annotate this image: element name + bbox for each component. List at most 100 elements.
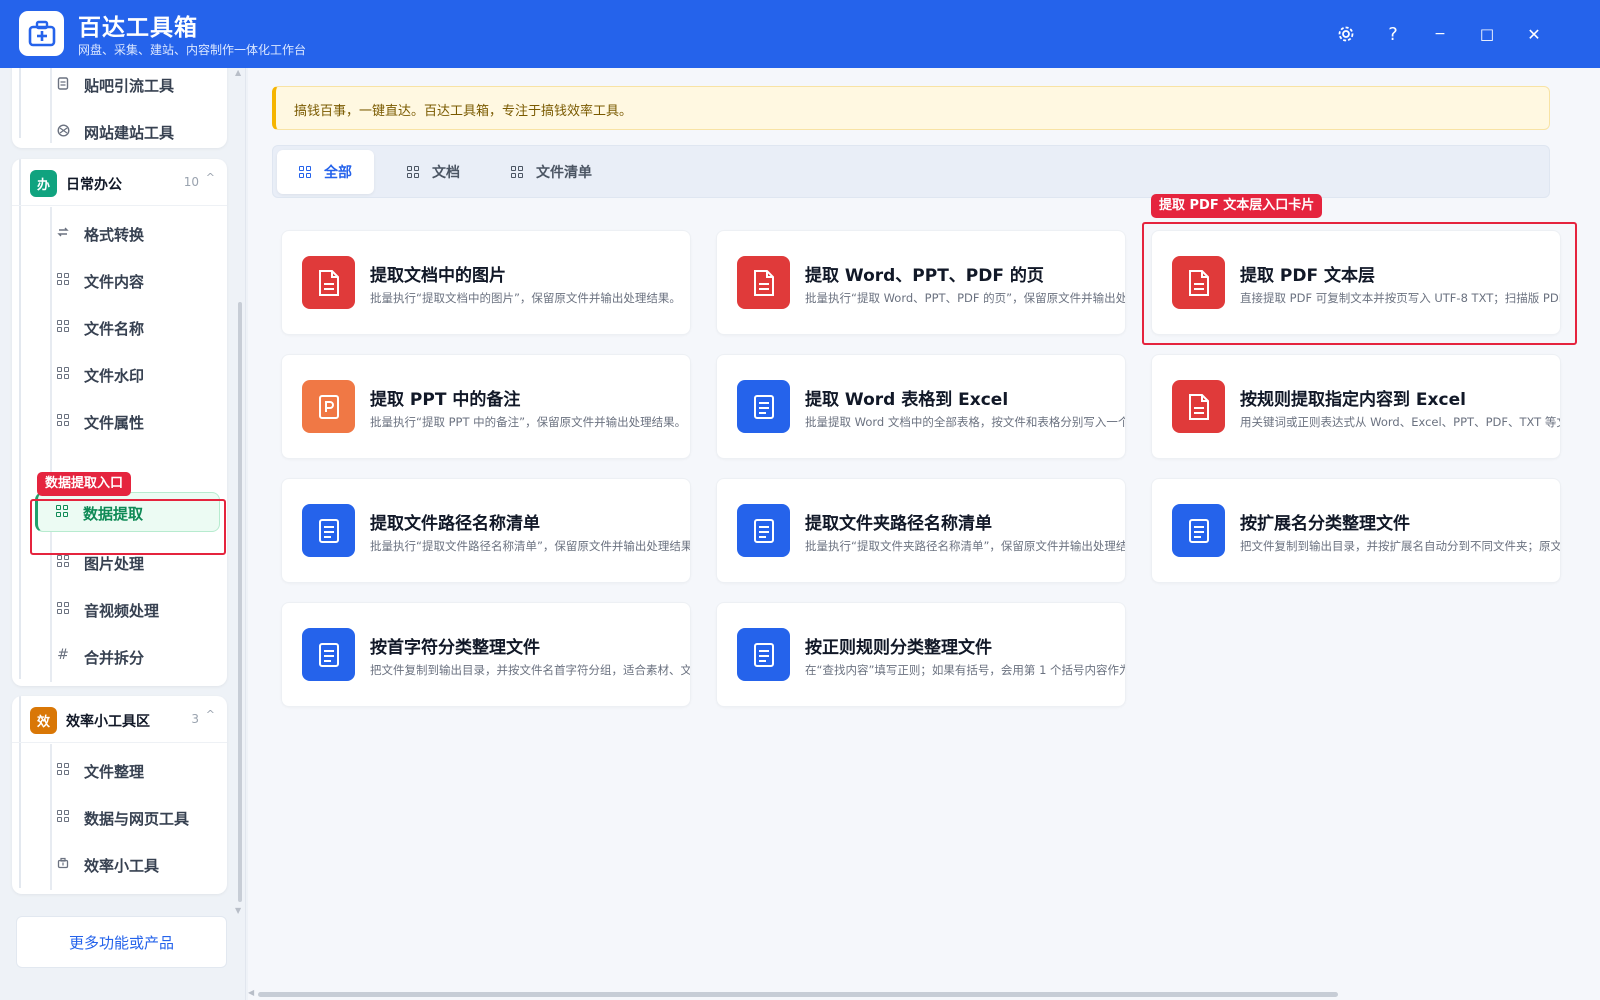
card-description: 在“查找内容”填写正则；如果有括号，会用第 1 个括号内容作为分类文件夹名。 — [805, 663, 1126, 677]
card-description: 批量执行“提取 Word、PPT、PDF 的页”，保留原文件并输出处理结果。 — [805, 291, 1126, 305]
maximize-icon: □ — [1479, 25, 1495, 43]
card-description: 把文件复制到输出目录，并按文件名首字符分组，适合素材、文档归档。 — [370, 663, 691, 677]
tool-card[interactable]: 按正则规则分类整理文件 在“查找内容”填写正则；如果有括号，会用第 1 个括号内容… — [716, 602, 1126, 707]
sidebar-item-file-organize[interactable]: 文件整理 — [37, 750, 222, 790]
tool-card[interactable]: 提取文件路径名称清单 批量执行“提取文件路径名称清单”，保留原文件并输出处理结果。 — [281, 478, 691, 583]
sidebar-item-tieba[interactable]: 贴吧引流工具 — [37, 68, 222, 104]
tool-card[interactable]: 提取 PPT 中的备注 批量执行“提取 PPT 中的备注”，保留原文件并输出处理结… — [281, 354, 691, 459]
card-description: 批量执行“提取 PPT 中的备注”，保留原文件并输出处理结果。 — [370, 415, 687, 429]
title-bar: 百达工具箱 网盘、采集、建站、内容制作一体化工作台 ? − □ ✕ — [0, 0, 1600, 68]
card-description: 批量执行“提取文件夹路径名称清单”，保留原文件并输出处理结果。 — [805, 539, 1126, 553]
group-header-office[interactable]: 办 日常办公 10 ^ — [12, 159, 227, 206]
grid-icon — [55, 600, 71, 616]
maximize-button[interactable]: □ — [1471, 18, 1503, 50]
sidebar-item-label: 网站建站工具 — [84, 124, 175, 142]
tool-card[interactable]: 按规则提取指定内容到 Excel 用关键词或正则表达式从 Word、Excel、P… — [1151, 354, 1561, 459]
sidebar-item-website[interactable]: 网站建站工具 — [37, 111, 222, 148]
card-title: 按规则提取指定内容到 Excel — [1240, 390, 1466, 410]
globe-icon — [55, 122, 71, 138]
sidebar-item-file-attributes[interactable]: 文件属性 — [37, 401, 222, 441]
sidebar: 贴吧引流工具 网站建站工具 办 日常办公 10 ^ 格式转换 文件内容 文件名称… — [0, 68, 246, 1000]
tab-documents[interactable]: 文档 — [385, 150, 482, 194]
group-title: 日常办公 — [66, 177, 122, 193]
toolbox-icon — [55, 855, 71, 871]
tab-file-list[interactable]: 文件清单 — [489, 150, 614, 194]
scroll-up-arrow[interactable]: ▲ — [235, 68, 241, 77]
sidebar-item-image-process[interactable]: 图片处理 — [37, 542, 222, 582]
help-icon: ? — [1388, 23, 1398, 45]
settings-button[interactable] — [1330, 18, 1362, 50]
grid-icon — [54, 503, 70, 519]
card-description: 用关键词或正则表达式从 Word、Excel、PPT、PDF、TXT 等文档中提… — [1240, 415, 1560, 429]
sidebar-item-label: 格式转换 — [84, 226, 145, 244]
tool-card[interactable]: 按扩展名分类整理文件把文件复制到输出目录，并按扩展名自动分到不同文件夹；原文件不… — [1151, 478, 1561, 583]
close-button[interactable]: ✕ — [1518, 18, 1550, 50]
tool-card[interactable]: 提取 Word、PPT、PDF 的页批量执行“提取 Word、PPT、PDF 的… — [716, 230, 1126, 335]
tool-card[interactable]: 按首字符分类整理文件把文件复制到输出目录，并按文件名首字符分组，适合素材、文档归… — [281, 602, 691, 707]
tool-card[interactable]: 提取 PDF 文本层 直接提取 PDF 可复制文本并按页写入 UTF-8 TXT；… — [1151, 230, 1561, 335]
minimize-button[interactable]: − — [1424, 18, 1456, 50]
sidebar-item-format-convert[interactable]: 格式转换 — [37, 213, 222, 253]
tab-all[interactable]: 全部 — [277, 150, 374, 194]
tool-card[interactable]: 提取文档中的图片 批量执行“提取文档中的图片”，保留原文件并输出处理结果。 — [281, 230, 691, 335]
notice-banner: 搞钱百事，一键直达。百达工具箱，专注于搞钱效率工具。 — [272, 86, 1550, 130]
app-subtitle: 网盘、采集、建站、内容制作一体化工作台 — [78, 43, 307, 57]
sidebar-item-file-content[interactable]: 文件内容 — [37, 260, 222, 300]
sidebar-item-media-process[interactable]: 音视频处理 — [37, 589, 222, 629]
sidebar-item-data-web-tools[interactable]: 数据与网页工具 — [37, 797, 222, 837]
close-icon: ✕ — [1527, 24, 1541, 44]
group-count: 10 — [183, 175, 199, 189]
scroll-left-arrow[interactable]: ◀ — [248, 988, 254, 997]
app-logo — [19, 11, 64, 56]
grid-icon — [55, 365, 71, 381]
card-title: 提取 Word 表格到 Excel — [805, 390, 1009, 410]
doc-icon — [55, 75, 71, 91]
sidebar-item-label: 文件名称 — [84, 320, 145, 338]
tab-label: 全部 — [324, 165, 352, 181]
card-title: 提取 PDF 文本层 — [1240, 266, 1376, 286]
tab-label: 文件清单 — [536, 165, 592, 181]
chevron-up-icon[interactable]: ^ — [206, 171, 215, 184]
card-title: 提取 Word、PPT、PDF 的页 — [805, 266, 1044, 286]
sidebar-item-label: 数据提取 — [83, 505, 144, 523]
sidebar-item-label: 合并拆分 — [84, 649, 145, 667]
help-button[interactable]: ? — [1377, 18, 1409, 50]
sidebar-group-efficiency: 效 效率小工具区 3 ^ 文件整理 数据与网页工具 效率小工具 — [12, 696, 227, 894]
card-title: 按首字符分类整理文件 — [370, 638, 540, 658]
document-icon — [737, 628, 790, 681]
card-title: 提取文件夹路径名称清单 — [805, 514, 992, 534]
group-header-efficiency[interactable]: 效 效率小工具区 3 ^ — [12, 696, 227, 743]
minimize-icon: − — [1434, 26, 1446, 42]
card-title: 按扩展名分类整理文件 — [1240, 514, 1410, 534]
grid-icon — [407, 166, 419, 178]
sidebar-item-label: 图片处理 — [84, 555, 145, 573]
group-badge: 效 — [30, 707, 57, 734]
tool-card[interactable]: 提取 Word 表格到 Excel 批量提取 Word 文档中的全部表格，按文件和… — [716, 354, 1126, 459]
document-icon — [737, 504, 790, 557]
sidebar-item-efficiency-tools[interactable]: 效率小工具 — [37, 844, 222, 884]
tab-label: 文档 — [432, 165, 460, 181]
more-products-button[interactable]: 更多功能或产品 — [16, 916, 227, 968]
sidebar-item-label: 文件属性 — [84, 414, 145, 432]
sidebar-scrollbar[interactable] — [238, 302, 242, 902]
sidebar-item-label: 文件整理 — [84, 763, 145, 781]
grid-icon — [55, 808, 71, 824]
grid-icon — [55, 553, 71, 569]
pdf-file-icon — [737, 256, 790, 309]
main-horizontal-scrollbar[interactable] — [258, 992, 1338, 997]
chevron-up-icon[interactable]: ^ — [206, 708, 215, 721]
sidebar-item-file-name[interactable]: 文件名称 — [37, 307, 222, 347]
tool-card[interactable]: 提取文件夹路径名称清单批量执行“提取文件夹路径名称清单”，保留原文件并输出处理结… — [716, 478, 1126, 583]
group-badge: 办 — [30, 170, 57, 197]
sidebar-item-data-extract[interactable]: 数据提取 — [35, 492, 220, 532]
sidebar-item-label: 文件水印 — [84, 367, 145, 385]
document-icon — [302, 504, 355, 557]
pdf-file-icon — [302, 256, 355, 309]
swap-icon — [55, 224, 71, 240]
sidebar-item-merge-split[interactable]: # 合并拆分 — [37, 636, 222, 676]
card-callout-label: 提取 PDF 文本层入口卡片 — [1151, 194, 1323, 218]
scroll-down-arrow[interactable]: ▼ — [235, 906, 241, 915]
group-count: 3 — [191, 712, 199, 726]
sidebar-item-label: 效率小工具 — [84, 857, 160, 875]
sidebar-item-file-watermark[interactable]: 文件水印 — [37, 354, 222, 394]
